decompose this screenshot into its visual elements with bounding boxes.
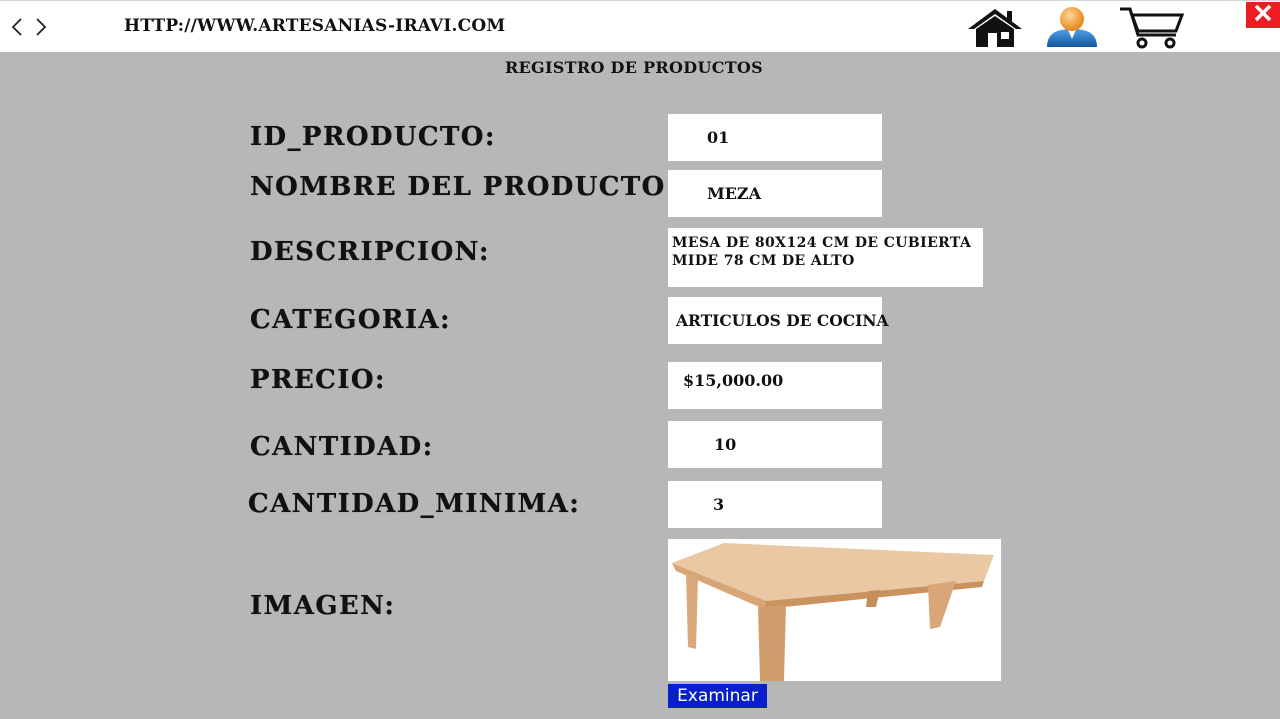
category-label: CATEGORIA: <box>250 305 452 335</box>
id-label: ID_PRODUCTO: <box>250 122 496 152</box>
price-label: PRECIO: <box>250 365 386 395</box>
user-icon[interactable] <box>1045 5 1099 53</box>
quantity-label: CANTIDAD: <box>250 432 434 462</box>
nav-arrows <box>10 13 50 41</box>
description-label: DESCRIPCION: <box>250 237 490 267</box>
product-image <box>668 539 1001 681</box>
url-bar[interactable]: HTTP://WWW.ARTESANIAS-IRAVI.COM <box>124 16 505 36</box>
id-field[interactable]: 01 <box>668 114 882 161</box>
image-label: IMAGEN: <box>250 591 396 621</box>
category-field[interactable]: ARTICULOS DE COCINA <box>668 297 889 344</box>
name-label: NOMBRE DEL PRODUCTO: <box>250 172 677 202</box>
cart-icon[interactable] <box>1118 5 1186 53</box>
home-icon[interactable] <box>966 7 1024 53</box>
min-quantity-label: CANTIDAD_MINIMA: <box>248 489 581 519</box>
close-icon <box>1253 4 1273 26</box>
quantity-field[interactable]: 10 <box>668 421 882 468</box>
close-button[interactable] <box>1246 2 1280 28</box>
name-field[interactable]: MEZA <box>668 170 882 217</box>
chevron-left-icon[interactable] <box>10 16 24 38</box>
price-field[interactable]: $15,000.00 <box>668 362 882 409</box>
page-title: REGISTRO DE PRODUCTOS <box>504 58 764 77</box>
description-field[interactable]: MESA DE 80X124 CM DE CUBIERTA MIDE 78 CM… <box>668 228 983 287</box>
browser-bar: HTTP://WWW.ARTESANIAS-IRAVI.COM <box>0 0 1280 52</box>
min-quantity-field[interactable]: 3 <box>668 481 882 528</box>
chevron-right-icon[interactable] <box>34 16 48 38</box>
table-picture <box>672 543 994 681</box>
browse-button[interactable]: Examinar <box>668 684 767 708</box>
